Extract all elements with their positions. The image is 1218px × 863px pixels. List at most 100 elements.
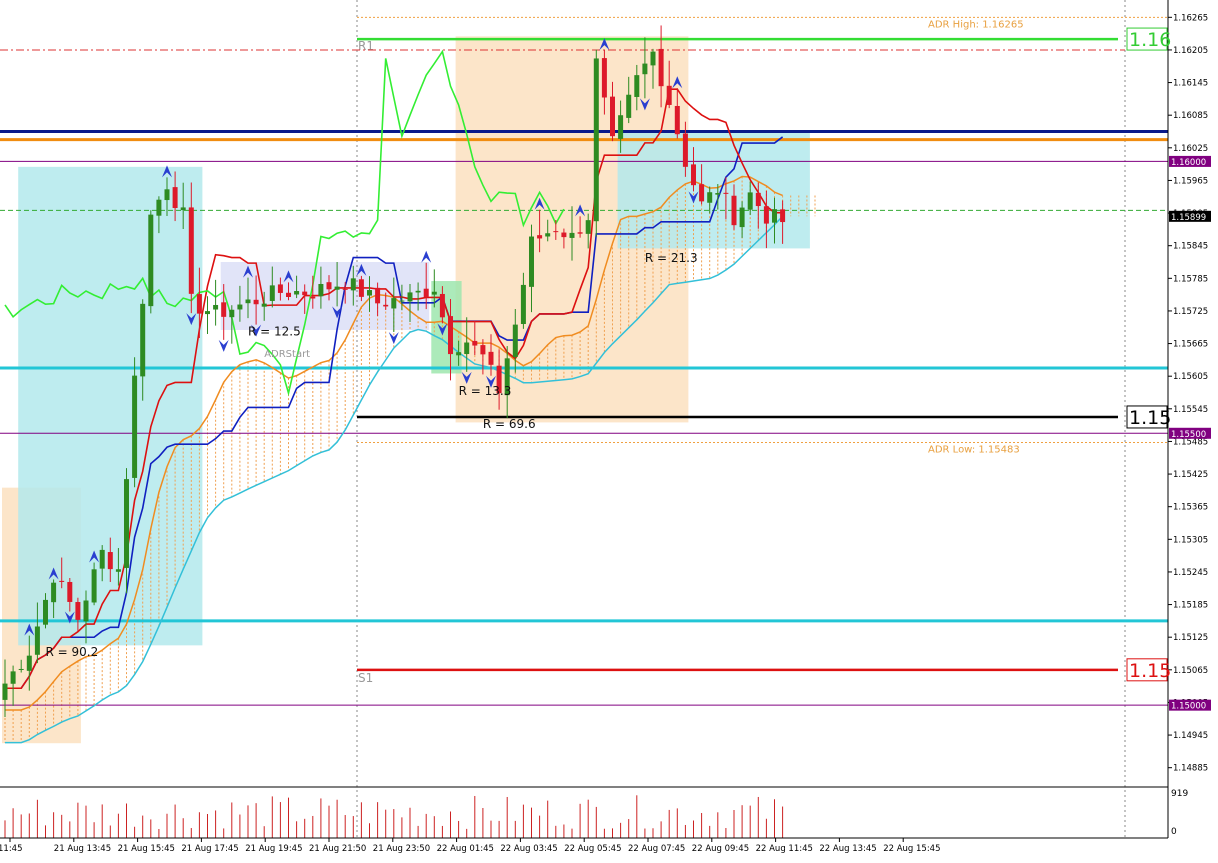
- price-tag-level-b: 1.15500: [1171, 430, 1206, 440]
- candle-body-3: [26, 655, 32, 671]
- candle-body-85: [691, 164, 696, 186]
- time-tick-label-13: 22 Aug 13:45: [819, 844, 876, 854]
- fractal-down-arrow-2: [218, 339, 229, 352]
- candle-body-23: [188, 207, 194, 294]
- candle-body-64: [520, 284, 526, 325]
- time-tick-label-3: 21 Aug 17:45: [181, 844, 238, 854]
- volume-panel: 919 0: [0, 786, 1188, 838]
- candle-body-75: [610, 96, 615, 137]
- volume-min-label: 0: [1171, 827, 1177, 837]
- candle-body-67: [545, 233, 551, 237]
- price-chart[interactable]: ADR High: 1.16265 ADR Low: 1.15483 R1 S1 R …: [0, 0, 1218, 863]
- candle-body-18: [148, 214, 154, 307]
- price-tick-label-8: 1.15785: [1173, 274, 1208, 284]
- price-tick-label-19: 1.15125: [1173, 633, 1208, 643]
- price-tick-label-16: 1.15305: [1173, 535, 1208, 545]
- candle-body-92: [747, 192, 753, 210]
- candle-body-31: [253, 299, 259, 305]
- candle-body-77: [626, 94, 632, 118]
- price-tick-label-7: 1.15845: [1173, 242, 1208, 252]
- candle-body-6: [51, 582, 57, 603]
- price-tag-level-a: 1.16000: [1171, 158, 1206, 168]
- candle-body-45: [367, 290, 372, 296]
- candle-body-33: [269, 285, 275, 301]
- candle-body-27: [221, 302, 227, 317]
- candle-body-43: [350, 278, 356, 291]
- candle-body-28: [229, 309, 235, 318]
- time-tick-label-6: 21 Aug 23:50: [373, 844, 430, 854]
- candle-body-74: [601, 58, 607, 98]
- candle-body-60: [488, 351, 494, 365]
- candle-body-49: [399, 300, 405, 302]
- candle-body-44: [358, 279, 364, 297]
- candle-body-40: [326, 282, 332, 290]
- session-box-5: [617, 131, 810, 249]
- candle-body-9: [75, 602, 81, 620]
- candle-body-10: [83, 600, 89, 622]
- annotation-5: R = 21.3: [645, 251, 698, 265]
- time-tick-label-8: 22 Aug 03:45: [500, 844, 557, 854]
- candle-body-47: [383, 304, 389, 307]
- annotation-2: ADRStart: [264, 349, 310, 360]
- candle-body-35: [286, 292, 291, 297]
- candle-body-7: [59, 580, 65, 582]
- price-tick-label-9: 1.15725: [1173, 307, 1208, 317]
- candle-body-20: [164, 189, 170, 201]
- time-tick-label-14: 22 Aug 15:45: [883, 844, 940, 854]
- candle-body-41: [334, 286, 340, 290]
- annotation-4: R = 69.6: [483, 417, 536, 431]
- candle-body-38: [310, 296, 316, 299]
- candle-body-86: [699, 184, 705, 202]
- candle-body-83: [674, 105, 680, 135]
- candle-body-68: [553, 231, 559, 233]
- time-tick-label-4: 21 Aug 19:45: [245, 844, 302, 854]
- candle-body-22: [180, 207, 186, 211]
- candle-body-25: [205, 311, 210, 315]
- candle-body-81: [658, 48, 664, 87]
- big-tag-s1: 1.15: [1129, 660, 1171, 682]
- candle-body-82: [666, 85, 672, 105]
- session-box-2: [220, 262, 430, 330]
- time-tick-label-0: 11:45: [0, 844, 23, 854]
- candle-body-63: [512, 324, 518, 358]
- candle-body-13: [107, 552, 113, 570]
- candle-body-87: [707, 192, 713, 203]
- candle-body-50: [407, 292, 413, 302]
- price-tick-label-4: 1.16025: [1173, 144, 1208, 154]
- price-tick-label-0: 1.16265: [1173, 13, 1208, 23]
- candle-body-58: [472, 340, 478, 346]
- candle-body-39: [318, 283, 324, 297]
- annotation-0: R = 90.2: [46, 645, 99, 659]
- candle-body-71: [577, 232, 583, 234]
- price-tick-label-2: 1.16145: [1173, 79, 1208, 89]
- annotation-1: R = 12.5: [248, 324, 301, 338]
- candle-body-1: [10, 671, 16, 684]
- price-tick-label-20: 1.15065: [1173, 666, 1208, 676]
- level-label-1: ADR Low: 1.15483: [928, 445, 1020, 456]
- fractal-up-arrow-7: [421, 250, 432, 263]
- price-tick-label-18: 1.15185: [1173, 601, 1208, 611]
- candle-body-34: [277, 284, 283, 293]
- candle-body-19: [156, 199, 162, 216]
- candle-body-42: [342, 288, 348, 290]
- candle-body-65: [529, 236, 534, 287]
- candle-body-96: [780, 209, 786, 223]
- candle-body-78: [634, 75, 640, 97]
- price-tick-label-12: 1.15545: [1173, 405, 1208, 415]
- candle-body-95: [772, 209, 777, 223]
- candle-body-26: [213, 304, 219, 310]
- time-tick-label-1: 21 Aug 13:45: [54, 844, 111, 854]
- price-tick-label-17: 1.15245: [1173, 568, 1208, 578]
- level-label-2: R1: [358, 39, 374, 53]
- candle-body-14: [115, 569, 121, 572]
- time-tick-label-5: 21 Aug 21:50: [309, 844, 366, 854]
- candle-body-30: [245, 299, 251, 304]
- candle-body-8: [67, 581, 73, 602]
- price-tick-label-1: 1.16205: [1173, 46, 1208, 56]
- candle-body-29: [237, 304, 243, 310]
- candle-body-24: [196, 294, 202, 314]
- time-tick-label-9: 22 Aug 05:45: [564, 844, 621, 854]
- price-tick-label-15: 1.15365: [1173, 503, 1208, 513]
- candle-body-69: [561, 232, 567, 238]
- session-boxes: [2, 36, 810, 744]
